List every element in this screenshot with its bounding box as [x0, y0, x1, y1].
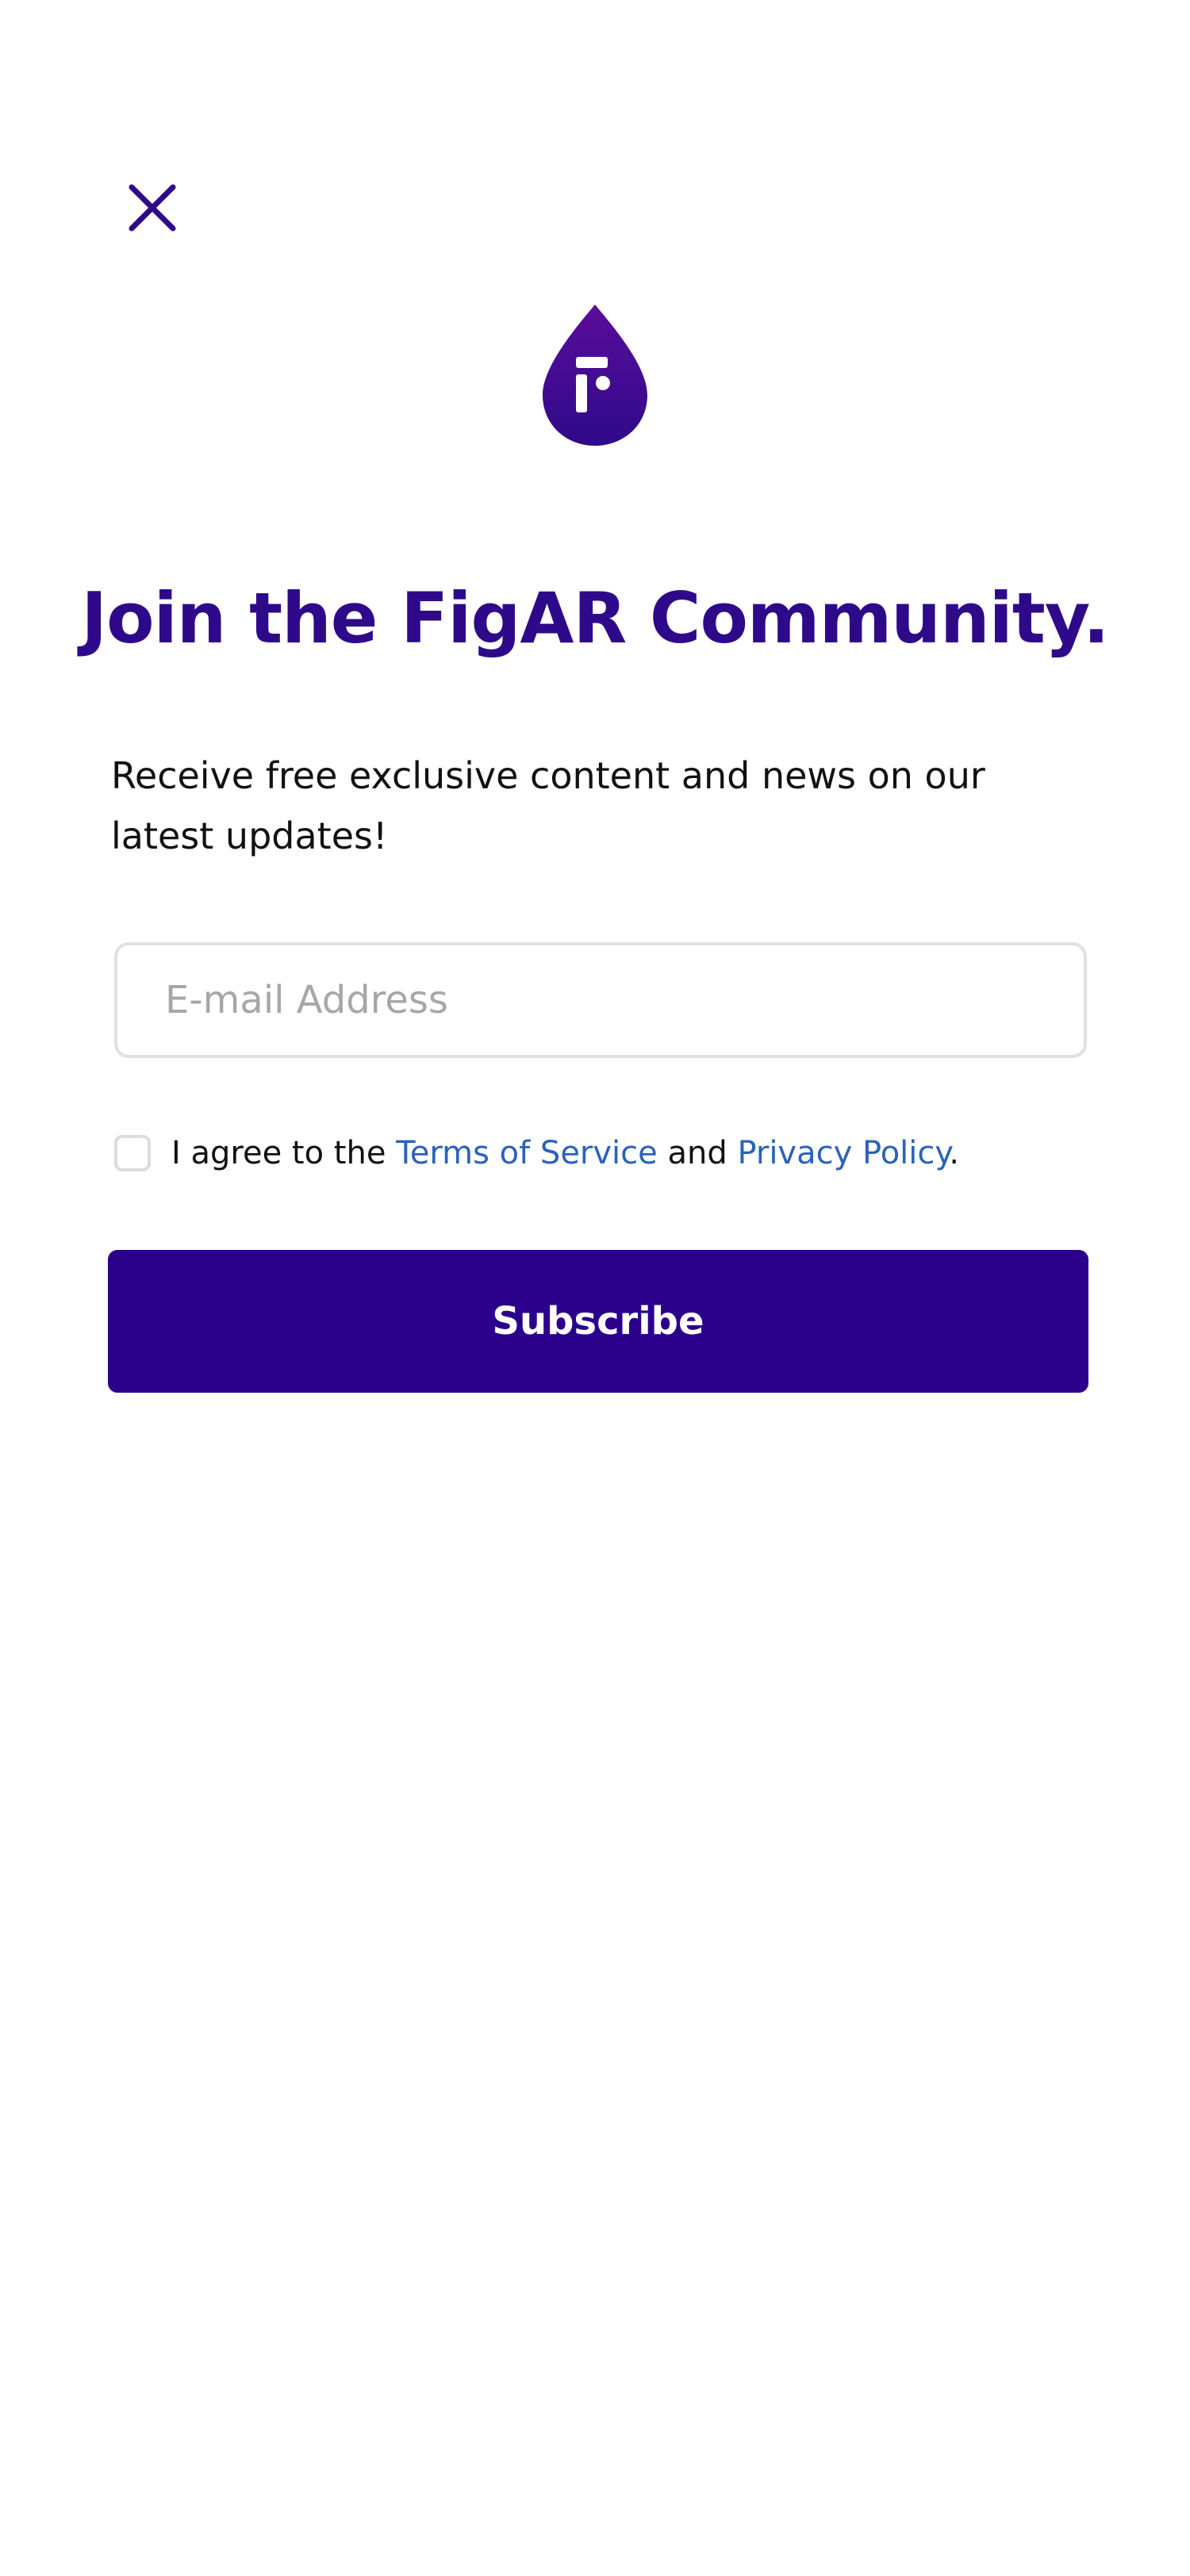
subscribe-button[interactable]: Subscribe — [108, 1250, 1088, 1393]
consent-middle: and — [657, 1135, 738, 1171]
close-button[interactable] — [121, 176, 184, 240]
consent-suffix: . — [949, 1135, 960, 1171]
email-field[interactable] — [117, 945, 1084, 1055]
figar-logo-icon — [543, 305, 647, 446]
page-title: Join the FigAR Community. — [81, 577, 1109, 659]
terms-of-service-link[interactable]: Terms of Service — [396, 1135, 658, 1171]
consent-text: I agree to the Terms of Service and Priv… — [171, 1135, 959, 1171]
consent-prefix: I agree to the — [171, 1135, 397, 1171]
consent-checkbox[interactable] — [114, 1135, 151, 1171]
consent-row: I agree to the Terms of Service and Priv… — [114, 1131, 959, 1175]
email-field-container — [114, 942, 1087, 1058]
close-icon — [129, 184, 176, 232]
description-text: Receive free exclusive content and news … — [111, 754, 985, 857]
privacy-policy-link[interactable]: Privacy Policy — [737, 1135, 949, 1171]
